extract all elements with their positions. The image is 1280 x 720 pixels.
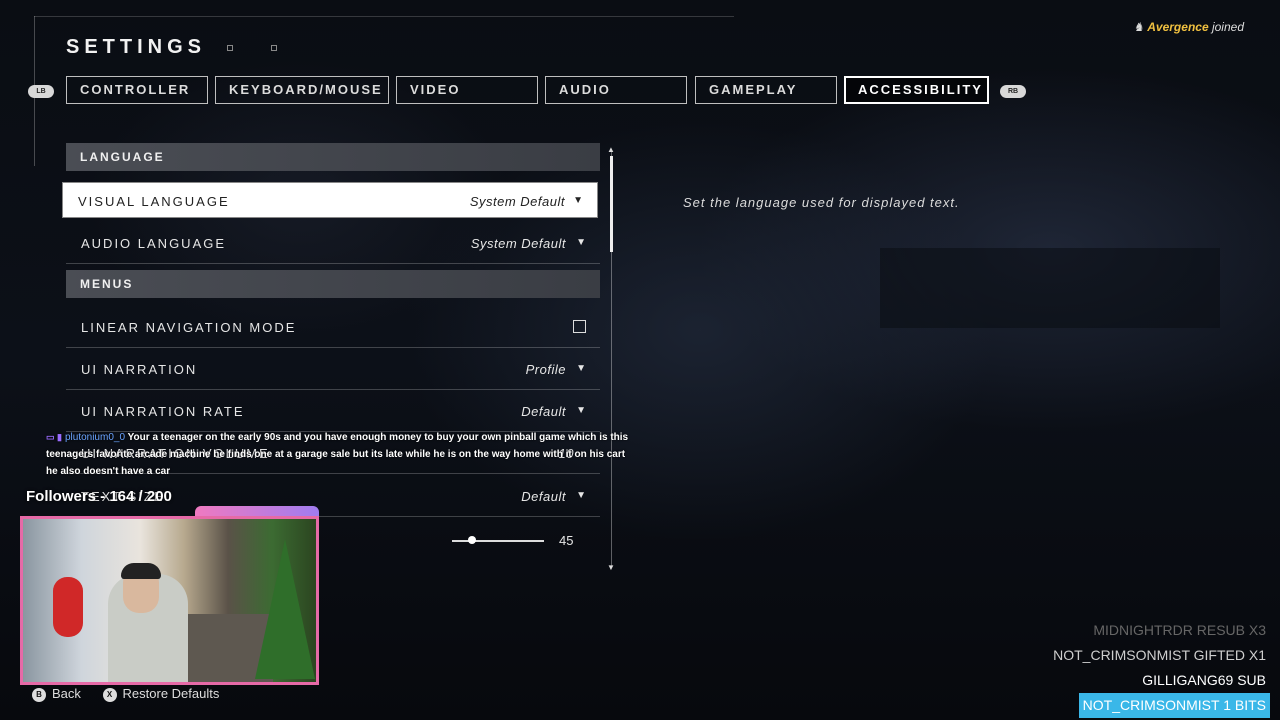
tab-keyboard-mouse[interactable]: KEYBOARD/MOUSE bbox=[215, 76, 389, 104]
scroll-down-arrow-icon[interactable]: ▼ bbox=[607, 563, 615, 572]
indicator-dot-icon bbox=[227, 45, 233, 51]
dropdown-arrow-icon: ▼ bbox=[576, 490, 586, 501]
tab-audio[interactable]: AUDIO bbox=[545, 76, 687, 104]
user-icon: ♞ bbox=[1133, 20, 1144, 34]
ui-narration-label: UI NARRATION bbox=[81, 362, 198, 377]
section-header-menus: MENUS bbox=[66, 270, 600, 298]
joined-text: joined bbox=[1211, 20, 1244, 34]
setting-description: Set the language used for displayed text… bbox=[683, 195, 960, 210]
headset bbox=[121, 563, 161, 579]
tab-video[interactable]: VIDEO bbox=[396, 76, 538, 104]
linear-navigation-row[interactable]: LINEAR NAVIGATION MODE bbox=[66, 306, 600, 348]
background-panel bbox=[880, 248, 1220, 328]
visual-language-value: System Default bbox=[469, 194, 565, 209]
audio-language-label: AUDIO LANGUAGE bbox=[81, 236, 227, 251]
ui-narration-row[interactable]: UI NARRATION Profile ▼ bbox=[66, 348, 600, 390]
event-item: MIDNIGHTRDR RESUB X3 bbox=[1093, 622, 1266, 638]
followers-goal: Followers - 164 / 200 bbox=[26, 488, 172, 505]
dropdown-arrow-icon: ▼ bbox=[573, 195, 583, 206]
linear-navigation-checkbox[interactable] bbox=[573, 320, 586, 333]
x-button-icon: X bbox=[102, 687, 117, 702]
chat-text: Your a teenager on the early 90s and you… bbox=[46, 432, 629, 477]
footer-hints: B Back X Restore Defaults bbox=[32, 686, 219, 702]
webcam-tab bbox=[195, 506, 319, 516]
dropdown-arrow-icon: ▼ bbox=[576, 237, 586, 248]
tab-gameplay[interactable]: GAMEPLAY bbox=[695, 76, 837, 104]
restore-defaults-button[interactable]: Restore Defaults bbox=[123, 686, 220, 701]
chat-badge-icon: ▭ ▮ bbox=[46, 432, 62, 442]
webcam-overlay bbox=[20, 516, 319, 685]
scrollbar-thumb[interactable] bbox=[610, 156, 613, 252]
b-button-icon: B bbox=[32, 687, 46, 702]
ui-narration-rate-row[interactable]: UI NARRATION RATE Default ▼ bbox=[66, 390, 600, 432]
section-header-language: LANGUAGE bbox=[66, 143, 600, 171]
back-button[interactable]: Back bbox=[52, 686, 81, 701]
tab-accessibility[interactable]: ACCESSIBILITY bbox=[844, 76, 989, 104]
rb-button[interactable]: RB bbox=[1000, 85, 1026, 98]
dropdown-arrow-icon: ▼ bbox=[576, 363, 586, 374]
tab-controller[interactable]: CONTROLLER bbox=[66, 76, 208, 104]
stream-events: MIDNIGHTRDR RESUB X3 NOT_CRIMSONMIST GIF… bbox=[1049, 618, 1270, 718]
dropdown-arrow-icon: ▼ bbox=[576, 405, 586, 416]
chat-message: ▭ ▮ plutonium0_0 Your a teenager on the e… bbox=[46, 429, 636, 480]
ui-narration-rate-value: Default bbox=[521, 404, 566, 419]
text-size-value: Default bbox=[521, 489, 566, 504]
audio-language-row[interactable]: AUDIO LANGUAGE System Default ▼ bbox=[66, 222, 600, 264]
setting-slider-track[interactable] bbox=[452, 540, 544, 542]
audio-language-value: System Default bbox=[470, 236, 566, 251]
ui-narration-value: Profile bbox=[525, 362, 566, 377]
event-item: NOT_CRIMSONMIST GIFTED X1 bbox=[1053, 647, 1266, 663]
chat-username: plutonium0_0 bbox=[64, 432, 126, 443]
visual-language-label: VISUAL LANGUAGE bbox=[78, 194, 230, 209]
indicator-dot-icon bbox=[271, 45, 277, 51]
joined-user-name: Avergence bbox=[1147, 20, 1209, 34]
setting-slider-value: 45 bbox=[559, 533, 574, 548]
christmas-tree bbox=[255, 539, 315, 679]
page-title: SETTINGS bbox=[66, 36, 207, 58]
event-item-highlight: NOT_CRIMSONMIST 1 BITS bbox=[1078, 693, 1270, 718]
linear-navigation-label: LINEAR NAVIGATION MODE bbox=[81, 320, 297, 335]
join-notification: ♞ Avergence joined bbox=[1133, 20, 1244, 34]
lb-button[interactable]: LB bbox=[28, 85, 54, 98]
ui-narration-rate-label: UI NARRATION RATE bbox=[81, 404, 245, 419]
visual-language-row[interactable]: VISUAL LANGUAGE System Default ▼ bbox=[63, 183, 597, 217]
top-divider bbox=[34, 16, 734, 17]
event-item: GILLIGANG69 SUB bbox=[1142, 672, 1266, 688]
setting-slider-handle[interactable] bbox=[468, 536, 476, 544]
santa-decoration bbox=[53, 577, 83, 637]
